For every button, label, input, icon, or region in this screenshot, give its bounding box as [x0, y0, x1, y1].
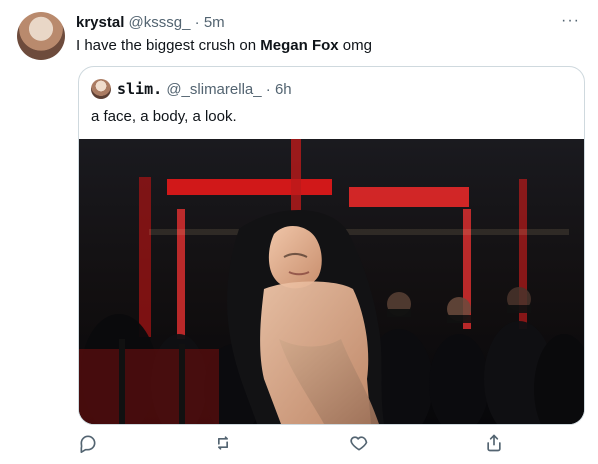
like-button[interactable] [349, 433, 371, 455]
author-name[interactable]: krystal [76, 14, 124, 31]
tweet-actions [0, 433, 598, 457]
quote-author-avatar[interactable] [91, 79, 111, 99]
quote-text: a face, a body, a look. [91, 108, 237, 125]
quote-time[interactable]: 6h [275, 81, 292, 98]
tweet-time[interactable]: 5m [204, 14, 225, 31]
tweet-text-part-1: I have the biggest crush on [76, 37, 261, 54]
reply-button[interactable] [78, 433, 100, 455]
share-icon [487, 434, 501, 452]
quote-author-name[interactable]: slim. [117, 80, 162, 98]
author-handle[interactable]: @ksssg_ [129, 14, 191, 31]
quote-author-handle[interactable]: @_slimarella_ [166, 81, 261, 98]
quote-time-separator: · [265, 81, 271, 98]
reply-icon [80, 435, 96, 453]
tweet-text: I have the biggest crush on Megan Fox om… [76, 36, 372, 56]
share-button[interactable] [484, 433, 506, 455]
like-icon [350, 436, 368, 451]
retweet-button[interactable] [213, 433, 235, 455]
more-options-button[interactable]: ··· [561, 12, 580, 30]
photo-illustration [79, 139, 584, 424]
red-rope-barrier [79, 339, 219, 424]
quote-header: slim. @_slimarella_ · 6h [117, 80, 292, 99]
time-separator: · [194, 14, 200, 31]
tweet-header: krystal @ksssg_ · 5m [76, 14, 225, 32]
tweet-text-bold: Megan Fox [260, 37, 339, 54]
quote-photo[interactable] [79, 139, 584, 424]
retweet-icon [218, 436, 228, 450]
author-avatar[interactable] [17, 12, 65, 60]
tweet-text-part-3: omg [338, 37, 372, 54]
quote-tweet-card[interactable]: slim. @_slimarella_ · 6h a face, a body,… [78, 66, 585, 425]
